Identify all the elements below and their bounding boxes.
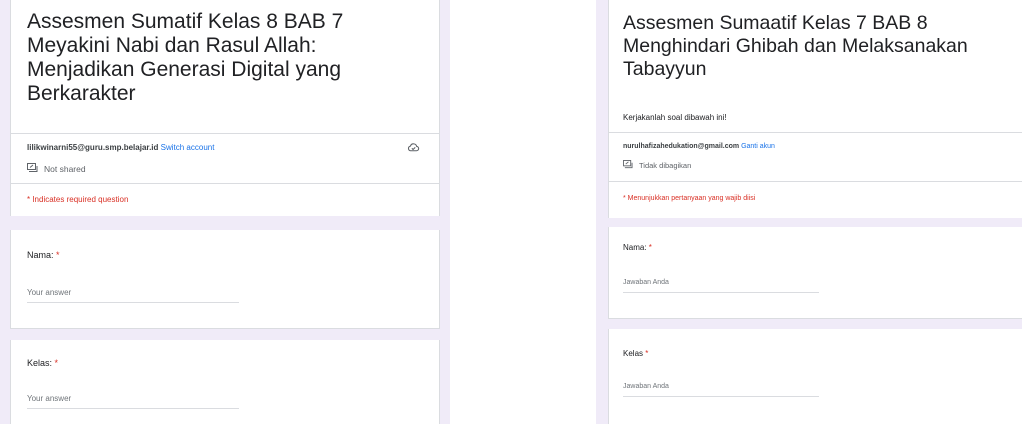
not-shared-icon xyxy=(27,163,38,175)
right-switch-account-link[interactable]: Ganti akun xyxy=(741,143,775,150)
left-form-title: Assesmen Sumatif Kelas 8 BAB 7 Meyakini … xyxy=(27,10,437,106)
right-title-divider xyxy=(609,132,1022,133)
left-answer-input-kelas[interactable]: Your answer xyxy=(27,394,239,409)
left-account-line: lilikwinarni55@guru.smp.belajar.id Switc… xyxy=(27,143,214,152)
left-shared-status: Not shared xyxy=(27,163,86,175)
left-title-line-1: Assesmen Sumatif Kelas 8 BAB 7 xyxy=(27,10,344,33)
left-title-line-4: Berkarakter xyxy=(27,82,136,105)
right-form-title: Assesmen Sumaatif Kelas 7 BAB 8 Menghind… xyxy=(623,12,1022,81)
left-header-card: Assesmen Sumatif Kelas 8 BAB 7 Meyakini … xyxy=(10,0,440,216)
left-shared-status-text: Not shared xyxy=(44,164,86,174)
right-shared-status-text: Tidak dibagikan xyxy=(639,161,692,170)
right-form-description: Kerjakanlah soal dibawah ini! xyxy=(623,113,727,122)
right-header-card: Assesmen Sumaatif Kelas 7 BAB 8 Menghind… xyxy=(608,0,1022,218)
left-question-card-nama: Nama: * Your answer xyxy=(10,230,440,329)
right-title-line-2: Menghindari Ghibah dan Melaksanakan xyxy=(623,35,968,57)
left-question-card-kelas: Kelas: * Your answer xyxy=(10,340,440,424)
right-account-email: nurulhafizahedukation@gmail.com xyxy=(623,143,740,150)
not-shared-icon xyxy=(623,160,633,171)
left-title-line-2: Meyakini Nabi dan Rasul Allah: xyxy=(27,34,317,57)
required-asterisk: * xyxy=(648,243,652,252)
left-question-label-nama: Nama: * xyxy=(27,250,60,260)
right-account-divider xyxy=(609,181,1022,182)
right-question-card-kelas: Kelas * Jawaban Anda xyxy=(608,329,1022,424)
left-answer-input-nama[interactable]: Your answer xyxy=(27,288,239,303)
required-asterisk: * xyxy=(56,250,60,260)
left-account-divider xyxy=(11,183,439,184)
right-shared-status: Tidak dibagikan xyxy=(623,160,691,171)
right-question-label-nama: Nama: * xyxy=(623,243,652,252)
left-required-note: * Indicates required question xyxy=(27,195,129,204)
right-account-line: nurulhafizahedukation@gmail.com Ganti ak… xyxy=(623,143,775,150)
right-answer-input-nama[interactable]: Jawaban Anda xyxy=(623,279,819,293)
right-title-line-1: Assesmen Sumaatif Kelas 7 BAB 8 xyxy=(623,12,928,34)
left-form-screenshot: Assesmen Sumatif Kelas 8 BAB 7 Meyakini … xyxy=(0,0,450,424)
required-asterisk: * xyxy=(645,349,649,358)
left-account-email: lilikwinarni55@guru.smp.belajar.id xyxy=(27,143,159,152)
left-question-label-kelas: Kelas: * xyxy=(27,358,59,368)
right-form-screenshot: Assesmen Sumaatif Kelas 7 BAB 8 Menghind… xyxy=(596,0,1022,424)
left-title-line-3: Menjadikan Generasi Digital yang xyxy=(27,58,342,81)
right-question-label-kelas: Kelas * xyxy=(623,349,649,358)
right-question-card-nama: Nama: * Jawaban Anda xyxy=(608,227,1022,319)
right-title-line-3: Tabayyun xyxy=(623,58,707,80)
right-answer-input-kelas[interactable]: Jawaban Anda xyxy=(623,383,819,397)
required-asterisk: * xyxy=(54,358,59,368)
cloud-save-icon xyxy=(407,141,420,159)
right-required-note: * Menunjukkan pertanyaan yang wajib diis… xyxy=(623,195,756,202)
left-title-divider xyxy=(11,133,439,134)
left-switch-account-link[interactable]: Switch account xyxy=(161,143,215,152)
